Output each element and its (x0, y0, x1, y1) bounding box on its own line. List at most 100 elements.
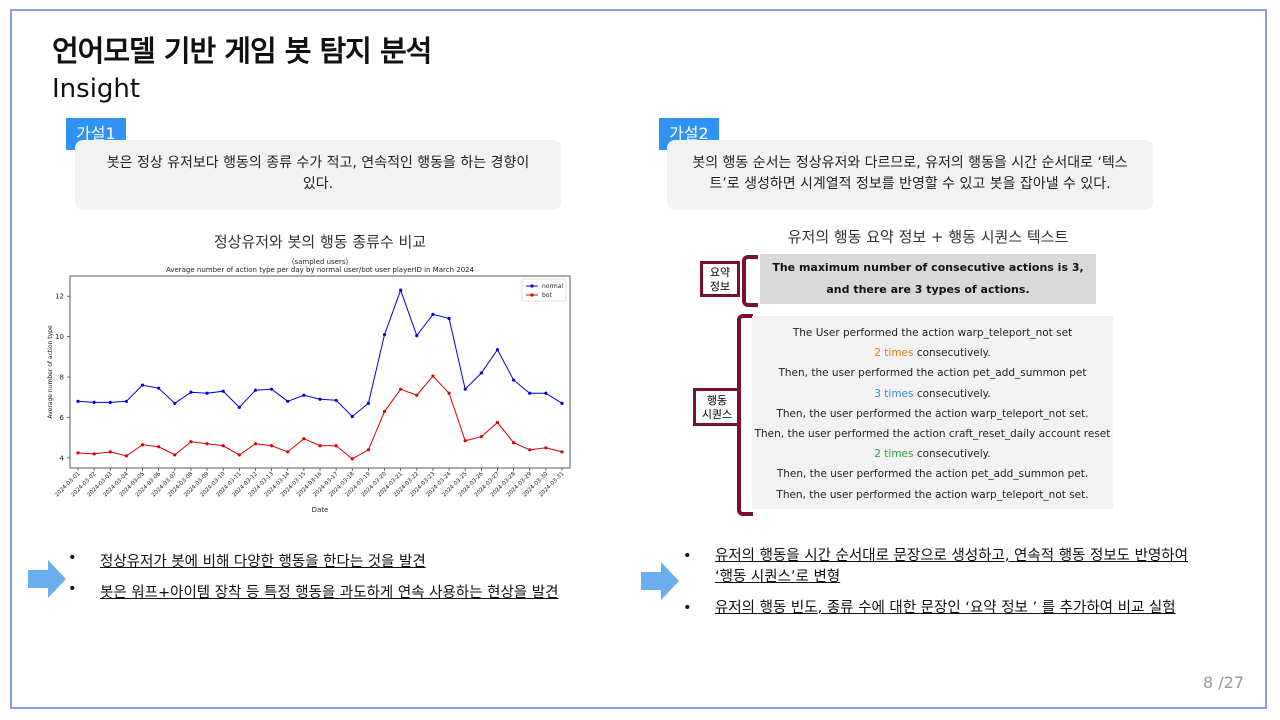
data-point-normal (495, 348, 500, 352)
page-number: 8 /27 (1203, 673, 1245, 692)
hypothesis2-line2: 트’로 생성하면 시계열적 정보를 반영할 수 있고 봇을 잡아낼 수 있다. (709, 176, 1111, 192)
data-point-normal (382, 333, 387, 337)
data-point-normal (544, 391, 548, 395)
data-point-normal (286, 399, 290, 403)
data-point-normal (560, 401, 564, 405)
data-point-bot (350, 457, 354, 461)
legend-marker-normal (530, 284, 534, 288)
data-point-bot (140, 443, 145, 447)
data-point-normal (318, 397, 322, 401)
data-point-normal (512, 378, 516, 382)
legend-marker-bot (530, 293, 534, 297)
data-point-normal (189, 390, 193, 394)
data-point-normal (270, 387, 274, 391)
data-point-bot (528, 448, 532, 452)
data-point-bot (334, 444, 338, 448)
line-chart: (sampled users)Average number of action … (47, 258, 571, 514)
finding-3: 유저의 행동을 시간 순서대로 문장으로 생성하고, 연속적 행동 정보도 반영… (683, 546, 1263, 588)
data-point-bot (173, 453, 177, 457)
data-point-normal (157, 386, 161, 390)
data-point-bot (108, 450, 112, 454)
data-point-normal (431, 312, 435, 316)
data-point-normal (205, 391, 209, 395)
data-point-normal (415, 334, 419, 338)
chart-section-title: 정상유저와 봇의 행동 종류수 비교 (213, 233, 427, 251)
data-point-normal (528, 391, 532, 395)
data-point-normal (463, 387, 467, 391)
arrow-right-icon-2 (641, 562, 679, 600)
data-point-bot (431, 374, 435, 378)
finding-4: 유저의 행동 빈도, 종류 수에 대한 문장인 ‘요약 정보 ’ 를 추가하여 … (683, 598, 1263, 619)
y-tick-label: 12 (55, 293, 64, 301)
data-point-bot (157, 445, 161, 449)
data-point-normal (447, 316, 451, 321)
data-point-normal (124, 399, 128, 403)
data-point-bot (124, 454, 128, 458)
data-point-normal (399, 288, 403, 292)
data-point-bot (286, 450, 290, 454)
summary-bracket (742, 255, 758, 307)
y-tick-label: 10 (55, 333, 64, 341)
action-sequence-box: The User performed the action warp_telep… (752, 316, 1113, 509)
data-point-bot (415, 393, 419, 397)
data-point-normal (334, 398, 338, 402)
chart-container: (sampled users) Average number of action … (42, 255, 582, 515)
data-point-bot (447, 391, 451, 395)
data-point-bot (544, 446, 548, 450)
data-point-bot (92, 452, 96, 456)
x-axis-label: Date (312, 506, 329, 514)
hypothesis2-line1: 봇의 행동 순서는 정상유저와 다르므로, 유저의 행동을 시간 순서대로 ‘텍… (692, 155, 1128, 171)
data-point-bot (221, 444, 225, 448)
legend-label-bot: bot (542, 292, 552, 299)
data-point-bot (76, 451, 80, 455)
data-point-normal (302, 393, 306, 397)
hypothesis1-line2: 있다. (302, 176, 334, 192)
data-point-normal (366, 401, 370, 405)
chart-title: (sampled users) (292, 258, 349, 266)
data-point-normal (140, 383, 145, 387)
data-point-bot (495, 420, 500, 425)
data-point-normal (108, 400, 112, 404)
data-point-bot (253, 442, 258, 446)
data-point-bot (205, 442, 209, 446)
data-point-normal (479, 371, 483, 375)
data-point-normal (237, 405, 241, 409)
y-tick-label: 4 (60, 454, 65, 462)
y-tick-label: 6 (60, 414, 65, 422)
data-point-normal (92, 400, 96, 404)
data-point-bot (189, 440, 193, 444)
summary-label: 요약 정보 (700, 261, 740, 297)
left-findings: 정상유저가 봇에 비해 다양한 행동을 한다는 것을 발견 봇은 워프+아이템 … (68, 550, 628, 602)
hypothesis1-box: 봇은 정상 유저보다 행동의 종류 수가 적고, 연속적인 행동을 하는 경향이… (75, 140, 561, 210)
finding-1: 정상유저가 봇에 비해 다양한 행동을 한다는 것을 발견 (68, 550, 628, 571)
y-tick-label: 8 (60, 374, 64, 382)
hypothesis1-line1: 봇은 정상 유저보다 행동의 종류 수가 적고, 연속적인 행동을 하는 경향이 (106, 155, 530, 171)
series-line-normal (77, 288, 563, 418)
data-point-bot (318, 444, 322, 448)
data-point-bot (463, 439, 467, 443)
slide-title: 언어모델 기반 게임 봇 탐지 분석 (52, 34, 432, 68)
data-point-normal (350, 414, 354, 419)
data-point-bot (399, 387, 403, 391)
sequence-bracket (737, 314, 753, 516)
data-point-normal (76, 399, 80, 403)
data-point-bot (302, 437, 306, 441)
data-point-bot (479, 435, 483, 439)
data-point-normal (253, 388, 258, 392)
legend-label-normal: normal (542, 283, 563, 290)
y-axis-label: Average number of action type (47, 325, 54, 419)
chart-subtitle: Average number of action type per day by… (166, 266, 475, 274)
data-point-normal (221, 389, 225, 393)
sequence-label: 행동 시퀀스 (693, 388, 741, 426)
data-point-bot (560, 450, 564, 454)
summary-info-box: The maximum number of consecutive action… (760, 254, 1096, 304)
finding-2: 봇은 워프+아이템 장착 등 특정 행동을 과도하게 연속 사용하는 현상을 발… (68, 581, 628, 602)
data-point-bot (270, 444, 274, 448)
data-point-bot (366, 448, 370, 452)
hypothesis2-box: 봇의 행동 순서는 정상유저와 다르므로, 유저의 행동을 시간 순서대로 ‘텍… (667, 140, 1153, 210)
data-point-bot (237, 453, 241, 457)
text-section-title: 유저의 행동 요약 정보 + 행동 시퀀스 텍스트 (787, 228, 1069, 246)
data-point-bot (382, 409, 387, 414)
arrow-right-icon (28, 560, 66, 598)
right-findings: 유저의 행동을 시간 순서대로 문장으로 생성하고, 연속적 행동 정보도 반영… (683, 546, 1263, 619)
